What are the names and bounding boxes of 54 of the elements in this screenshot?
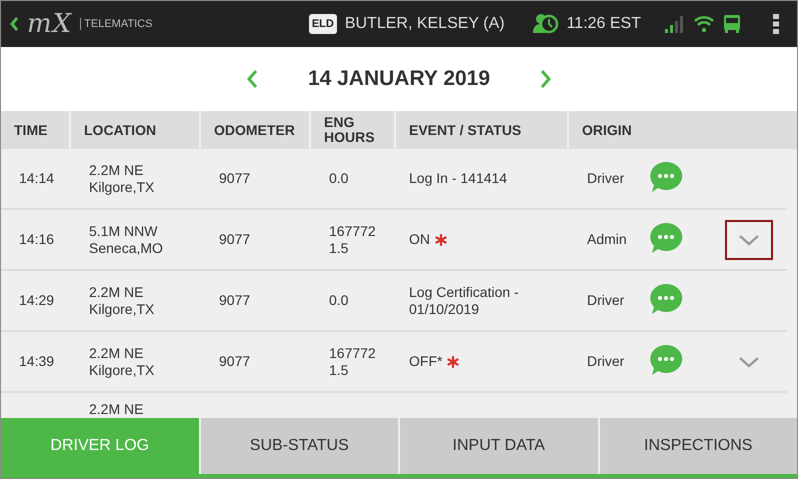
tab[interactable]: SUB-STATUS (200, 418, 398, 474)
column-header: LOCATION (84, 122, 156, 138)
date-title: 14 JANUARY 2019 (308, 67, 490, 91)
column-header: EVENT / STATUS (409, 122, 522, 138)
person-clock-icon (532, 13, 559, 35)
odometer-cell-text: 9077 (218, 292, 252, 309)
location-cell-text: 2.2M NE Kilgore,TX (88, 162, 156, 196)
tab[interactable]: INSPECTIONS (600, 418, 797, 474)
chevron-down-icon[interactable] (738, 234, 760, 246)
eng-hours-cell-text: 0.0 (328, 170, 350, 187)
time-cell-text: 14:14 (18, 170, 56, 187)
chevron-down-icon[interactable] (738, 356, 760, 368)
odometer-cell-text: 9077 (218, 353, 252, 370)
chat-bubble-icon[interactable] (649, 161, 683, 193)
column-header: ENG HOURS (324, 115, 375, 145)
chat-bubble-icon[interactable] (649, 222, 683, 254)
origin-cell-text: Driver (586, 292, 626, 309)
eng-hours-cell-text: 167772 1.5 (328, 222, 377, 256)
time-cell-text: 14:29 (18, 292, 56, 309)
back-icon[interactable] (9, 16, 19, 32)
event-status-text: OFF* (409, 353, 442, 370)
location-cell-text: 2.2M NE (88, 400, 144, 418)
time-cell-text: 14:39 (18, 353, 56, 370)
truck-icon (723, 14, 741, 34)
eld-badge: ELD (308, 14, 337, 34)
chat-bubble-icon[interactable] (649, 283, 683, 315)
location-cell-text: 2.2M NE Kilgore,TX (88, 344, 156, 378)
location-cell-text: 5.1M NNW Seneca,MO (88, 222, 164, 256)
eng-hours-cell-text: 0.0 (328, 292, 350, 309)
origin-cell-text: Driver (586, 353, 626, 370)
chat-bubble-icon[interactable] (649, 344, 683, 376)
odometer-cell-text: 9077 (218, 231, 252, 248)
event-status-text: Log Certification - 01/10/2019 (409, 284, 519, 318)
wifi-icon (693, 15, 715, 33)
signal-icon (665, 15, 685, 33)
previous-day-icon[interactable] (246, 69, 258, 89)
next-day-icon[interactable] (540, 69, 552, 89)
event-status-text: ON (409, 231, 430, 248)
eng-hours-cell-text: 167772 1.5 (328, 344, 377, 378)
column-header: TIME (14, 122, 48, 138)
event-status-text: Log In - 141414 (409, 170, 508, 187)
clock-time: 11:26 EST (566, 15, 641, 33)
origin-cell-text: Admin (586, 231, 628, 248)
time-cell-text: 14:16 (18, 231, 56, 248)
column-header: ORIGIN (582, 122, 632, 138)
driver-name: BUTLER, KELSEY (A) (344, 15, 505, 33)
odometer-cell-text: 9077 (218, 170, 252, 187)
menu-icon[interactable] (773, 14, 779, 34)
column-header: ODOMETER (214, 122, 295, 138)
tab[interactable]: INPUT DATA (400, 418, 598, 474)
logo: mX (27, 9, 72, 39)
location-cell-text: 2.2M NE Kilgore,TX (88, 284, 156, 318)
origin-cell-text: Driver (586, 170, 626, 187)
brand-text: TELEMATICS (80, 18, 152, 30)
